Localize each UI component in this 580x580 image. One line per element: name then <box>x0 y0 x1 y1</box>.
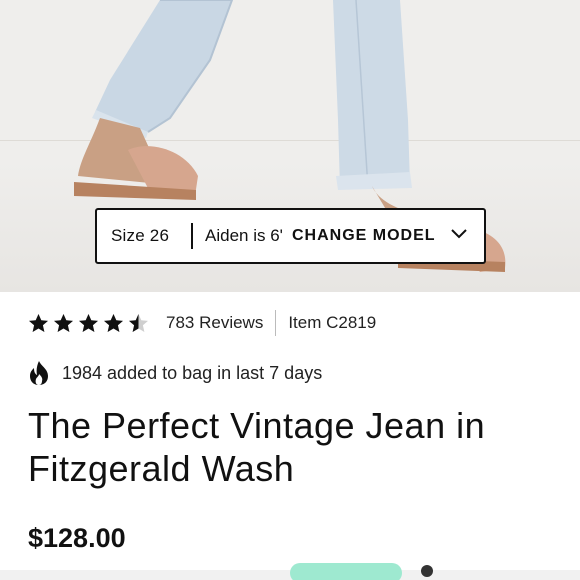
change-model-label: CHANGE MODEL <box>292 227 436 244</box>
product-title: The Perfect Vintage Jean in Fitzgerald W… <box>28 405 486 489</box>
item-number: Item C2819 <box>288 313 377 332</box>
reviews-link[interactable]: 783 Reviews <box>166 313 263 333</box>
product-price: $128.00 <box>28 523 126 553</box>
star-filled-icon <box>78 313 99 334</box>
rating-divider <box>275 310 277 336</box>
fire-icon <box>28 361 50 385</box>
rating-row: 783 Reviews Item C2819 <box>28 310 376 336</box>
star-filled-icon <box>53 313 74 334</box>
star-partial-icon <box>128 313 149 334</box>
model-size: Size 26 <box>111 226 170 245</box>
chevron-down-icon <box>450 227 468 245</box>
social-proof: 1984 added to bag in last 7 days <box>28 361 322 385</box>
model-height: Aiden is 6' <box>205 226 283 245</box>
change-model-button[interactable]: CHANGE MODEL <box>292 227 468 245</box>
star-filled-icon <box>103 313 124 334</box>
star-filled-icon <box>28 313 49 334</box>
model-info-bar: Size 26 Aiden is 6' CHANGE MODEL <box>95 208 486 264</box>
promo-badge[interactable] <box>290 563 402 580</box>
product-image[interactable]: Size 26 Aiden is 6' CHANGE MODEL <box>0 0 580 292</box>
star-rating[interactable] <box>28 313 149 334</box>
info-icon[interactable] <box>421 565 433 577</box>
added-to-bag-text: 1984 added to bag in last 7 days <box>62 362 323 383</box>
